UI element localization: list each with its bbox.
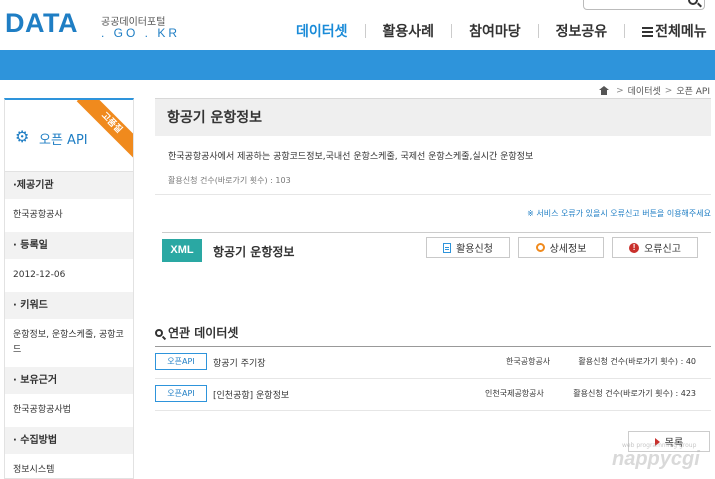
search-input[interactable]	[583, 0, 705, 10]
site-header: DATA 공공데이터포털 . GO . KR 데이터셋 활용사례 참여마당 정보…	[0, 0, 715, 50]
related-dataset-org: 인천국제공항공사	[485, 389, 544, 398]
provider-label: ·제공기관	[5, 172, 133, 199]
dataset-info-sidebar: ⚙ 오픈 API 고품질 ·제공기관 한국공항공사 · 등록일 2012-12-…	[4, 98, 134, 479]
nav-item-use-cases[interactable]: 활용사례	[383, 21, 435, 41]
sidebar-title: 오픈 API	[39, 133, 88, 148]
api-row: XML 항공기 운항정보 활용신청 상세정보 ! 오류신고	[162, 232, 711, 272]
error-report-notice: ※ 서비스 오류가 있을시 오류신고 버튼을 이용해주세요	[527, 209, 711, 218]
all-menu-label: 전체메뉴	[655, 24, 707, 40]
provider-value: 한국공항공사	[13, 210, 63, 220]
logo-domain: . GO . KR	[101, 26, 181, 40]
main-content: 항공기 운항정보 한국공항공사에서 제공하는 공항코드정보,국내선 운항스케줄,…	[155, 98, 711, 452]
watermark-logo-text: nappycgi	[612, 448, 700, 470]
breadcrumb-separator: >	[664, 85, 673, 96]
related-datasets-heading: 연관 데이터셋	[155, 324, 238, 341]
hamburger-menu-icon	[642, 27, 654, 37]
breadcrumb-separator: >	[616, 85, 624, 96]
alert-icon: !	[629, 242, 640, 253]
quality-ribbon: 고품질	[76, 100, 133, 158]
main-navigation: 데이터셋 활용사례 참여마당 정보공유 전체메뉴	[296, 21, 707, 41]
nav-item-dataset[interactable]: 데이터셋	[296, 21, 348, 41]
apply-button-label: 활용신청	[456, 244, 493, 255]
collection-method-label: · 수집방법	[5, 427, 133, 454]
related-list-item[interactable]: 오픈API [인천공항] 운항정보 인천국제공항공사 활용신청 건수(바로가기 …	[155, 380, 711, 411]
nav-item-participation[interactable]: 참여마당	[469, 21, 521, 41]
keyword-label: · 키워드	[5, 292, 133, 319]
related-list-item[interactable]: 오픈API 항공기 주기장 한국공항공사 활용신청 건수(바로가기 횟수) : …	[155, 348, 711, 379]
search-icon[interactable]	[688, 0, 698, 5]
related-datasets-title: 연관 데이터셋	[168, 326, 239, 340]
nav-item-all-menu[interactable]: 전체메뉴	[642, 21, 707, 41]
registered-date-value: 2012-12-06	[13, 270, 66, 280]
page-title: 항공기 운항정보	[167, 110, 263, 126]
dataset-description: 한국공항공사에서 제공하는 공항코드정보,국내선 운항스케줄, 국제선 운항스케…	[168, 152, 534, 162]
breadcrumb: > 데이터셋 > 오픈 API	[599, 84, 710, 97]
keyword-value: 운항정보, 운항스케줄, 공항코드	[13, 330, 124, 355]
home-icon[interactable]	[599, 85, 610, 95]
watermark: web programming group nappycgi	[608, 440, 713, 476]
usage-count: 활용신청 건수(바로가기 횟수) : 103	[168, 176, 291, 185]
related-divider	[155, 346, 711, 347]
registered-date-label: · 등록일	[5, 232, 133, 259]
related-dataset-count: 활용신청 건수(바로가기 횟수) : 423	[573, 389, 696, 398]
logo-main-text: DATA	[5, 8, 78, 38]
document-icon	[443, 242, 452, 253]
nav-divider	[364, 24, 366, 38]
detail-button[interactable]: 상세정보	[518, 237, 604, 258]
header-blue-band	[0, 50, 715, 80]
magnifier-icon	[535, 243, 545, 252]
api-name: 항공기 운항정보	[213, 245, 295, 259]
detail-button-label: 상세정보	[549, 244, 587, 255]
section-divider	[155, 194, 711, 195]
legal-basis-value: 한국공항공사법	[13, 405, 71, 415]
sidebar-header: ⚙ 오픈 API 고품질	[5, 100, 133, 172]
title-bar: 항공기 운항정보	[155, 98, 711, 136]
report-error-button[interactable]: ! 오류신고	[612, 237, 698, 258]
related-dataset-org: 한국공항공사	[506, 357, 551, 366]
gear-icon: ⚙	[15, 127, 30, 146]
openapi-tag: 오픈API	[155, 353, 207, 370]
search-icon	[155, 328, 163, 337]
nav-divider	[537, 24, 539, 38]
breadcrumb-item-current: 오픈 API	[676, 87, 710, 97]
nav-divider	[451, 24, 453, 38]
nav-divider	[624, 24, 626, 38]
breadcrumb-item-dataset[interactable]: 데이터셋	[628, 84, 661, 97]
related-dataset-name[interactable]: 항공기 주기장	[213, 356, 266, 369]
format-badge: XML	[162, 239, 202, 262]
openapi-tag: 오픈API	[155, 385, 207, 402]
collection-method-value: 정보시스템	[13, 465, 55, 475]
related-dataset-name[interactable]: [인천공항] 운항정보	[213, 388, 289, 401]
apply-button[interactable]: 활용신청	[426, 237, 510, 258]
related-dataset-count: 활용신청 건수(바로가기 횟수) : 40	[578, 357, 696, 366]
nav-item-info-share[interactable]: 정보공유	[556, 21, 608, 41]
legal-basis-label: · 보유근거	[5, 367, 133, 394]
report-error-button-label: 오류신고	[644, 244, 681, 255]
